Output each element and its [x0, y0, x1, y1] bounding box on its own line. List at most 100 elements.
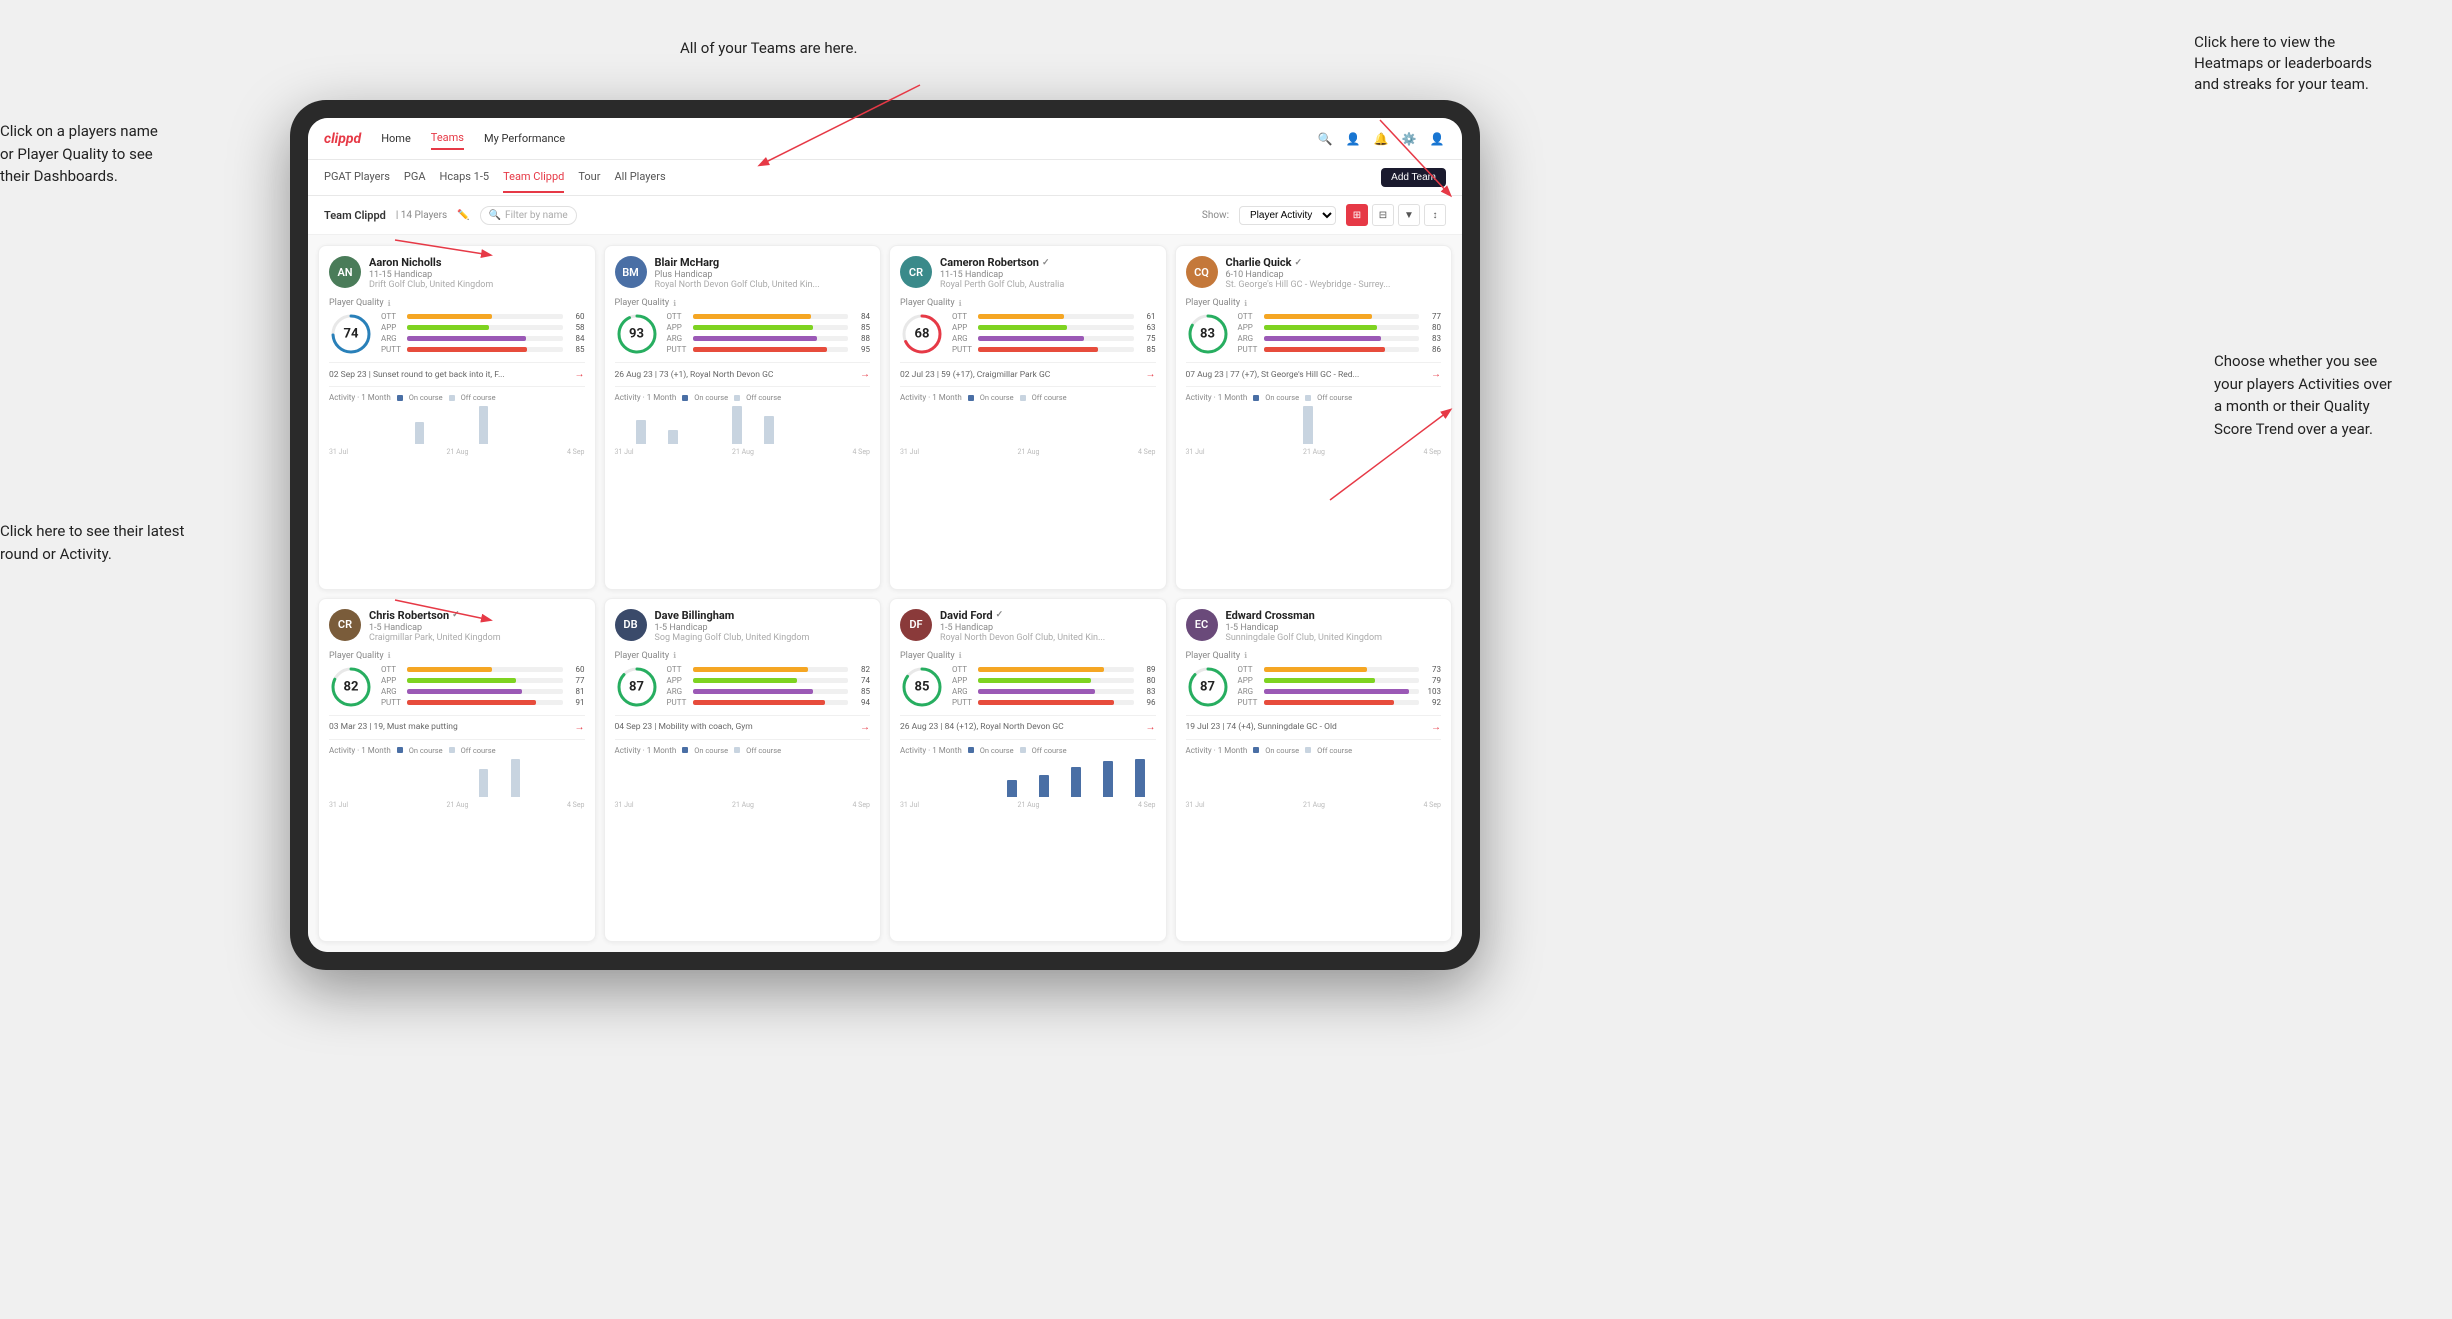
- player-name[interactable]: Cameron Robertson ✓: [940, 256, 1156, 269]
- quality-label[interactable]: Player Quality ℹ: [900, 298, 1156, 308]
- tab-tour[interactable]: Tour: [578, 162, 600, 193]
- player-name[interactable]: Edward Crossman: [1226, 609, 1442, 622]
- round-arrow-icon[interactable]: →: [860, 369, 870, 380]
- player-name[interactable]: Blair McHarg: [655, 256, 871, 269]
- chart-axis: 31 Jul 21 Aug 4 Sep: [329, 801, 585, 809]
- player-info: Chris Robertson ✓ 1-5 Handicap Craigmill…: [369, 609, 585, 643]
- player-name[interactable]: David Ford ✓: [940, 609, 1156, 622]
- tab-pgat[interactable]: PGAT Players: [324, 162, 390, 193]
- round-text: 02 Sep 23 | Sunset round to get back int…: [329, 370, 505, 380]
- latest-round[interactable]: 04 Sep 23 | Mobility with coach, Gym →: [615, 715, 871, 733]
- player-club: Sog Maging Golf Club, United Kingdom: [655, 633, 871, 643]
- quality-label[interactable]: Player Quality ℹ: [615, 298, 871, 308]
- player-info: Blair McHarg Plus Handicap Royal North D…: [655, 256, 871, 290]
- app-logo[interactable]: clippd: [324, 131, 361, 147]
- latest-round[interactable]: 02 Sep 23 | Sunset round to get back int…: [329, 362, 585, 380]
- round-arrow-icon[interactable]: →: [860, 722, 870, 733]
- view-grid-icon[interactable]: ⊞: [1346, 204, 1368, 226]
- player-name[interactable]: Dave Billingham: [655, 609, 871, 622]
- tab-hcaps[interactable]: Hcaps 1-5: [440, 162, 490, 193]
- mini-chart: 31 Jul 21 Aug 4 Sep: [900, 759, 1156, 809]
- nav-my-performance[interactable]: My Performance: [484, 128, 565, 149]
- circle-score[interactable]: 68: [900, 312, 944, 356]
- add-team-button[interactable]: Add Team: [1381, 168, 1446, 187]
- player-name[interactable]: Aaron Nicholls: [369, 256, 585, 269]
- player-info: Charlie Quick ✓ 6-10 Handicap St. George…: [1226, 256, 1442, 290]
- view-grid4-icon[interactable]: ⊟: [1372, 204, 1394, 226]
- tab-all-players[interactable]: All Players: [614, 162, 665, 193]
- activity-title: Activity · 1 Month: [615, 746, 677, 755]
- stats-bars: OTT 60 APP 77 ARG 81 PUTT 91: [381, 665, 585, 709]
- player-card[interactable]: DB Dave Billingham 1-5 Handicap Sog Magi…: [604, 598, 882, 943]
- nav-home[interactable]: Home: [381, 128, 411, 149]
- show-select[interactable]: Player Activity: [1239, 206, 1336, 225]
- avatar-icon[interactable]: 👤: [1428, 130, 1446, 148]
- circle-score[interactable]: 87: [615, 665, 659, 709]
- on-course-label: On course: [1265, 393, 1299, 402]
- quality-label[interactable]: Player Quality ℹ: [329, 651, 585, 661]
- quality-label[interactable]: Player Quality ℹ: [1186, 651, 1442, 661]
- player-handicap: 1-5 Handicap: [655, 623, 871, 633]
- quality-label[interactable]: Player Quality ℹ: [900, 651, 1156, 661]
- round-text: 19 Jul 23 | 74 (+4), Sunningdale GC - Ol…: [1186, 722, 1337, 732]
- edit-icon[interactable]: ✏️: [457, 210, 469, 221]
- view-filter-icon[interactable]: ▼: [1398, 204, 1420, 226]
- tab-pga[interactable]: PGA: [404, 162, 426, 193]
- player-card[interactable]: DF David Ford ✓ 1-5 Handicap Royal North…: [889, 598, 1167, 943]
- circle-score[interactable]: 85: [900, 665, 944, 709]
- player-card[interactable]: BM Blair McHarg Plus Handicap Royal Nort…: [604, 245, 882, 590]
- quality-info-icon: ℹ: [959, 651, 962, 660]
- activity-title: Activity · 1 Month: [329, 393, 391, 402]
- round-arrow-icon[interactable]: →: [575, 369, 585, 380]
- settings-icon[interactable]: ⚙️: [1400, 130, 1418, 148]
- search-box[interactable]: 🔍 Filter by name: [480, 206, 577, 225]
- notifications-icon[interactable]: 🔔: [1372, 130, 1390, 148]
- round-arrow-icon[interactable]: →: [1146, 722, 1156, 733]
- circle-score[interactable]: 74: [329, 312, 373, 356]
- tablet-screen: clippd Home Teams My Performance 🔍 👤 🔔 ⚙…: [308, 118, 1462, 952]
- quality-label[interactable]: Player Quality ℹ: [615, 651, 871, 661]
- player-avatar: CQ: [1186, 256, 1218, 288]
- circle-score[interactable]: 83: [1186, 312, 1230, 356]
- round-arrow-icon[interactable]: →: [1431, 369, 1441, 380]
- round-arrow-icon[interactable]: →: [575, 722, 585, 733]
- on-course-dot: [1253, 747, 1259, 753]
- circle-score[interactable]: 93: [615, 312, 659, 356]
- team-header: Team Clippd | 14 Players ✏️ 🔍 Filter by …: [308, 196, 1462, 235]
- round-arrow-icon[interactable]: →: [1146, 369, 1156, 380]
- search-placeholder: Filter by name: [505, 210, 568, 221]
- activity-section: Activity · 1 Month On course Off course …: [1186, 386, 1442, 456]
- team-count: | 14 Players: [396, 210, 447, 221]
- circle-score[interactable]: 82: [329, 665, 373, 709]
- nav-teams[interactable]: Teams: [431, 127, 464, 150]
- search-icon[interactable]: 🔍: [1316, 130, 1334, 148]
- latest-round[interactable]: 26 Aug 23 | 84 (+12), Royal North Devon …: [900, 715, 1156, 733]
- quality-info-icon: ℹ: [1244, 299, 1247, 308]
- player-card[interactable]: CR Cameron Robertson ✓ 11-15 Handicap Ro…: [889, 245, 1167, 590]
- player-card[interactable]: CR Chris Robertson ✓ 1-5 Handicap Craigm…: [318, 598, 596, 943]
- player-handicap: 11-15 Handicap: [369, 270, 585, 280]
- quality-label[interactable]: Player Quality ℹ: [1186, 298, 1442, 308]
- tab-team-clippd[interactable]: Team Clippd: [503, 162, 564, 193]
- off-course-dot: [1020, 395, 1026, 401]
- latest-round[interactable]: 26 Aug 23 | 73 (+1), Royal North Devon G…: [615, 362, 871, 380]
- profile-icon[interactable]: 👤: [1344, 130, 1362, 148]
- round-arrow-icon[interactable]: →: [1431, 722, 1441, 733]
- player-card[interactable]: AN Aaron Nicholls 11-15 Handicap Drift G…: [318, 245, 596, 590]
- latest-round[interactable]: 19 Jul 23 | 74 (+4), Sunningdale GC - Ol…: [1186, 715, 1442, 733]
- latest-round[interactable]: 02 Jul 23 | 59 (+17), Craigmillar Park G…: [900, 362, 1156, 380]
- player-card[interactable]: CQ Charlie Quick ✓ 6-10 Handicap St. Geo…: [1175, 245, 1453, 590]
- player-name[interactable]: Chris Robertson ✓: [369, 609, 585, 622]
- activity-title: Activity · 1 Month: [329, 746, 391, 755]
- round-text: 07 Aug 23 | 77 (+7), St George's Hill GC…: [1186, 370, 1360, 380]
- view-sort-icon[interactable]: ↕: [1424, 204, 1446, 226]
- circle-score[interactable]: 87: [1186, 665, 1230, 709]
- quality-content: 82 OTT 60 APP 77 ARG 81 PUTT 91: [329, 665, 585, 709]
- latest-round[interactable]: 03 Mar 23 | 19, Must make putting →: [329, 715, 585, 733]
- player-name[interactable]: Charlie Quick ✓: [1226, 256, 1442, 269]
- activity-header: Activity · 1 Month On course Off course: [900, 393, 1156, 402]
- latest-round[interactable]: 07 Aug 23 | 77 (+7), St George's Hill GC…: [1186, 362, 1442, 380]
- quality-label[interactable]: Player Quality ℹ: [329, 298, 585, 308]
- player-card[interactable]: EC Edward Crossman 1-5 Handicap Sunningd…: [1175, 598, 1453, 943]
- stats-bars: OTT 82 APP 74 ARG 85 PUTT 94: [667, 665, 871, 709]
